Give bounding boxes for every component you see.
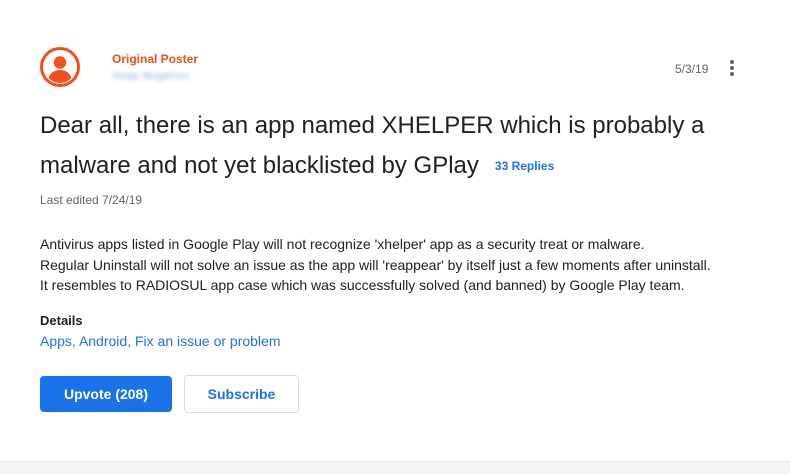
details-separator: , [71, 333, 79, 349]
details-separator: , [127, 333, 135, 349]
details-link-android[interactable]: Android [79, 333, 127, 349]
upvote-button[interactable]: Upvote (208) [40, 376, 172, 412]
details-links: Apps, Android, Fix an issue or problem [40, 333, 281, 349]
post-body: Antivirus apps listed in Google Play wil… [40, 234, 760, 296]
more-dot [730, 72, 734, 76]
more-dot [730, 60, 734, 64]
subscribe-button[interactable]: Subscribe [184, 375, 299, 413]
last-edited: Last edited 7/24/19 [40, 193, 143, 207]
more-options-icon[interactable] [724, 57, 740, 79]
post-page: Original Poster Vasja Ilkapenon 5/3/19 D… [0, 0, 790, 474]
details-link-apps[interactable]: Apps [40, 333, 72, 349]
body-line: Antivirus apps listed in Google Play wil… [40, 236, 645, 252]
details-link-fix-issue[interactable]: Fix an issue or problem [135, 333, 281, 349]
more-dot [730, 66, 734, 70]
original-poster-label: Original Poster [112, 52, 199, 66]
poster-name[interactable]: Vasja Ilkapenon [112, 70, 189, 82]
post-date: 5/3/19 [675, 62, 709, 76]
body-line: It resembles to RADIOSUL app case which … [40, 277, 685, 293]
body-line: Regular Uninstall will not solve an issu… [40, 256, 711, 273]
account-circle-icon[interactable] [40, 47, 80, 87]
details-label: Details [40, 313, 83, 328]
post-title-text: Dear all, there is an app named XHELPER … [40, 112, 705, 179]
replies-link[interactable]: 33 Replies [495, 159, 554, 173]
post-title: Dear all, there is an app named XHELPER … [40, 106, 760, 186]
bottom-divider [0, 461, 790, 474]
